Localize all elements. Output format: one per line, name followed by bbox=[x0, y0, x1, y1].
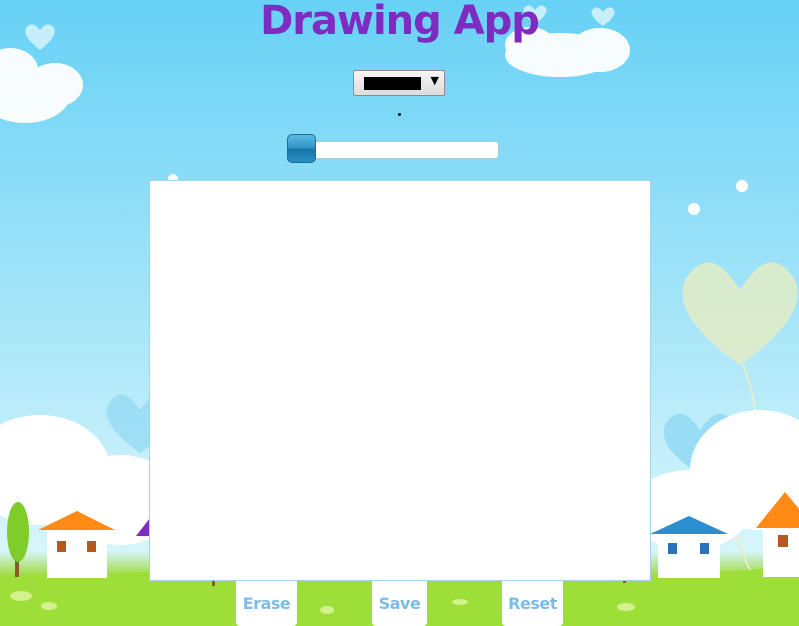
app-title: Drawing App bbox=[260, 0, 540, 44]
brush-size-slider-track[interactable] bbox=[288, 141, 499, 159]
erase-button[interactable]: Erase bbox=[236, 581, 297, 626]
reset-button[interactable]: Reset bbox=[502, 581, 563, 626]
chevron-down-icon: ▼ bbox=[430, 74, 439, 87]
selected-color-swatch bbox=[364, 77, 421, 90]
color-picker-dropdown[interactable]: ▼ bbox=[353, 70, 445, 96]
brush-preview bbox=[398, 113, 401, 116]
save-button[interactable]: Save bbox=[372, 581, 427, 626]
brush-size-slider-handle[interactable] bbox=[287, 134, 316, 163]
drawing-canvas[interactable] bbox=[149, 180, 651, 581]
